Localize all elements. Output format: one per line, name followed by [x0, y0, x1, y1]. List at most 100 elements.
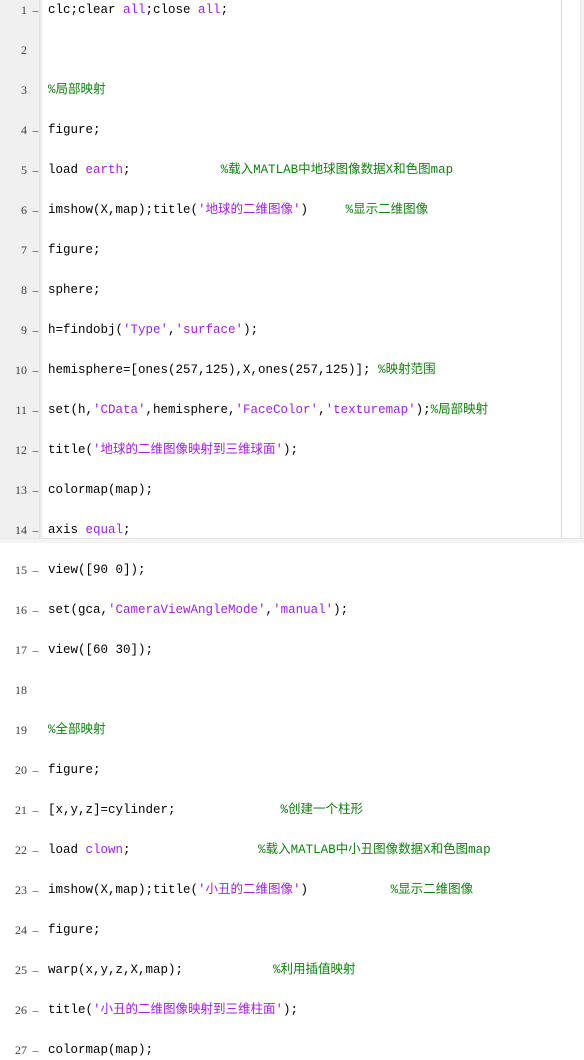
code-text[interactable]: axis equal; — [48, 520, 131, 540]
code-text[interactable]: %局部映射 — [48, 80, 106, 100]
code-text[interactable]: title('地球的二维图像映射到三维球面'); — [48, 440, 298, 460]
token-plain: ; — [123, 163, 221, 177]
code-line[interactable]: 6– imshow(X,map);title('地球的二维图像') %显示二维图像 — [0, 200, 584, 220]
token-plain: load — [48, 163, 86, 177]
token-comment: %局部映射 — [430, 403, 489, 417]
code-text[interactable]: title('小丑的二维图像映射到三维柱面'); — [48, 1000, 298, 1020]
code-line[interactable]: 14– axis equal; — [0, 520, 584, 540]
code-line[interactable]: 11– set(h,'CData',hemisphere,'FaceColor',… — [0, 400, 584, 420]
breakpoint-dash-icon[interactable]: – — [31, 920, 40, 940]
line-number: 25 — [15, 963, 27, 977]
breakpoint-dash-icon[interactable]: – — [31, 440, 40, 460]
code-line[interactable]: 10– hemisphere=[ones(257,125),X,ones(257,… — [0, 360, 584, 380]
code-line[interactable]: 18 — [0, 680, 584, 700]
code-text[interactable]: h=findobj('Type','surface'); — [48, 320, 258, 340]
line-number: 9 — [21, 323, 27, 337]
code-line[interactable]: 7– figure; — [0, 240, 584, 260]
breakpoint-dash-icon[interactable]: – — [31, 1040, 40, 1060]
breakpoint-dash-icon[interactable]: – — [31, 320, 40, 340]
code-text[interactable]: view([60 30]); — [48, 640, 153, 660]
code-editor[interactable]: 1– clc;clear all;close all; 2 3 %局部映射 4– figur… — [0, 0, 584, 1057]
breakpoint-dash-icon[interactable]: – — [31, 560, 40, 580]
line-number: 14 — [15, 523, 27, 537]
breakpoint-dash-icon[interactable]: – — [31, 600, 40, 620]
line-number: 22 — [15, 843, 27, 857]
token-plain: clc;clear — [48, 3, 124, 17]
code-line[interactable]: 19 %全部映射 — [0, 720, 584, 740]
code-line[interactable]: 12– title('地球的二维图像映射到三维球面'); — [0, 440, 584, 460]
token-comment: %利用插值映射 — [273, 963, 356, 977]
code-line[interactable]: 21– [x,y,z]=cylinder; %创建一个柱形 — [0, 800, 584, 820]
code-text[interactable]: sphere; — [48, 280, 101, 300]
code-line[interactable]: 9– h=findobj('Type','surface'); — [0, 320, 584, 340]
code-text[interactable]: %全部映射 — [48, 720, 106, 740]
breakpoint-dash-icon[interactable]: – — [31, 1000, 40, 1020]
code-line[interactable]: 17– view([60 30]); — [0, 640, 584, 660]
code-text[interactable]: colormap(map); — [48, 480, 153, 500]
line-number: 18 — [15, 683, 27, 697]
code-line[interactable]: 20– figure; — [0, 760, 584, 780]
line-number: 7 — [21, 243, 27, 257]
token-string: all — [198, 3, 221, 17]
breakpoint-dash-icon[interactable]: – — [31, 840, 40, 860]
code-text[interactable]: imshow(X,map);title('小丑的二维图像') %显示二维图像 — [48, 880, 473, 900]
code-line[interactable]: 22– load clown; %载入MATLAB中小丑图像数据X和色图map — [0, 840, 584, 860]
breakpoint-dash-icon[interactable]: – — [31, 280, 40, 300]
code-text[interactable]: view([90 0]); — [48, 560, 146, 580]
code-text[interactable]: warp(x,y,z,X,map); %利用插值映射 — [48, 960, 356, 980]
line-number: 2 — [21, 43, 27, 57]
breakpoint-dash-icon[interactable]: – — [31, 800, 40, 820]
token-plain: figure; — [48, 123, 101, 137]
code-text[interactable]: figure; — [48, 240, 101, 260]
code-text[interactable]: [x,y,z]=cylinder; %创建一个柱形 — [48, 800, 363, 820]
code-line[interactable]: 4– figure; — [0, 120, 584, 140]
code-line[interactable]: 16– set(gca,'CameraViewAngleMode','manual… — [0, 600, 584, 620]
breakpoint-dash-icon[interactable]: – — [31, 880, 40, 900]
breakpoint-dash-icon[interactable]: – — [31, 760, 40, 780]
code-text[interactable]: load earth; %载入MATLAB中地球图像数据X和色图map — [48, 160, 453, 180]
code-line[interactable]: 8– sphere; — [0, 280, 584, 300]
code-line[interactable]: 5– load earth; %载入MATLAB中地球图像数据X和色图map — [0, 160, 584, 180]
code-text[interactable]: hemisphere=[ones(257,125),X,ones(257,125… — [48, 360, 436, 380]
code-line[interactable]: 1– clc;clear all;close all; — [0, 0, 584, 20]
code-text[interactable]: set(h,'CData',hemisphere,'FaceColor','te… — [48, 400, 488, 420]
breakpoint-dash-icon[interactable]: – — [31, 360, 40, 380]
breakpoint-dash-icon[interactable]: – — [31, 640, 40, 660]
line-number: 21 — [15, 803, 27, 817]
breakpoint-dash-icon[interactable]: – — [31, 480, 40, 500]
breakpoint-dash-icon[interactable]: – — [31, 240, 40, 260]
code-line[interactable]: 27– colormap(map); — [0, 1040, 584, 1060]
code-line[interactable]: 2 — [0, 40, 584, 60]
breakpoint-dash-icon[interactable]: – — [31, 200, 40, 220]
breakpoint-dash-icon[interactable]: – — [31, 400, 40, 420]
breakpoint-dash-icon[interactable]: – — [31, 520, 40, 540]
line-number: 16 — [15, 603, 27, 617]
code-line[interactable]: 26– title('小丑的二维图像映射到三维柱面'); — [0, 1000, 584, 1020]
code-text[interactable]: imshow(X,map);title('地球的二维图像') %显示二维图像 — [48, 200, 428, 220]
code-line[interactable]: 23– imshow(X,map);title('小丑的二维图像') %显示二维图… — [0, 880, 584, 900]
breakpoint-dash-icon[interactable]: – — [31, 0, 40, 20]
code-line[interactable]: 25– warp(x,y,z,X,map); %利用插值映射 — [0, 960, 584, 980]
code-text[interactable]: clc;clear all;close all; — [48, 0, 228, 20]
token-plain: , — [265, 603, 274, 617]
code-text[interactable]: set(gca,'CameraViewAngleMode','manual'); — [48, 600, 348, 620]
breakpoint-dash-icon[interactable]: – — [31, 160, 40, 180]
code-text[interactable]: figure; — [48, 920, 101, 940]
token-plain: ;close — [145, 3, 199, 17]
code-text[interactable]: load clown; %载入MATLAB中小丑图像数据X和色图map — [48, 840, 491, 860]
code-line[interactable]: 15– view([90 0]); — [0, 560, 584, 580]
code-text[interactable]: figure; — [48, 760, 101, 780]
breakpoint-dash-icon[interactable]: – — [31, 960, 40, 980]
code-text[interactable]: colormap(map); — [48, 1040, 153, 1060]
breakpoint-dash-icon[interactable]: – — [31, 120, 40, 140]
line-number: 24 — [15, 923, 27, 937]
code-text[interactable]: figure; — [48, 120, 101, 140]
code-line[interactable]: 3 %局部映射 — [0, 80, 584, 100]
code-line[interactable]: 13– colormap(map); — [0, 480, 584, 500]
token-string: '小丑的二维图像' — [198, 883, 301, 897]
line-number: 4 — [21, 123, 27, 137]
line-number: 15 — [15, 563, 27, 577]
code-line[interactable]: 24– figure; — [0, 920, 584, 940]
token-comment: %全部映射 — [48, 723, 106, 737]
code-lines-container[interactable]: 1– clc;clear all;close all; 2 3 %局部映射 4– figur… — [0, 0, 584, 1057]
